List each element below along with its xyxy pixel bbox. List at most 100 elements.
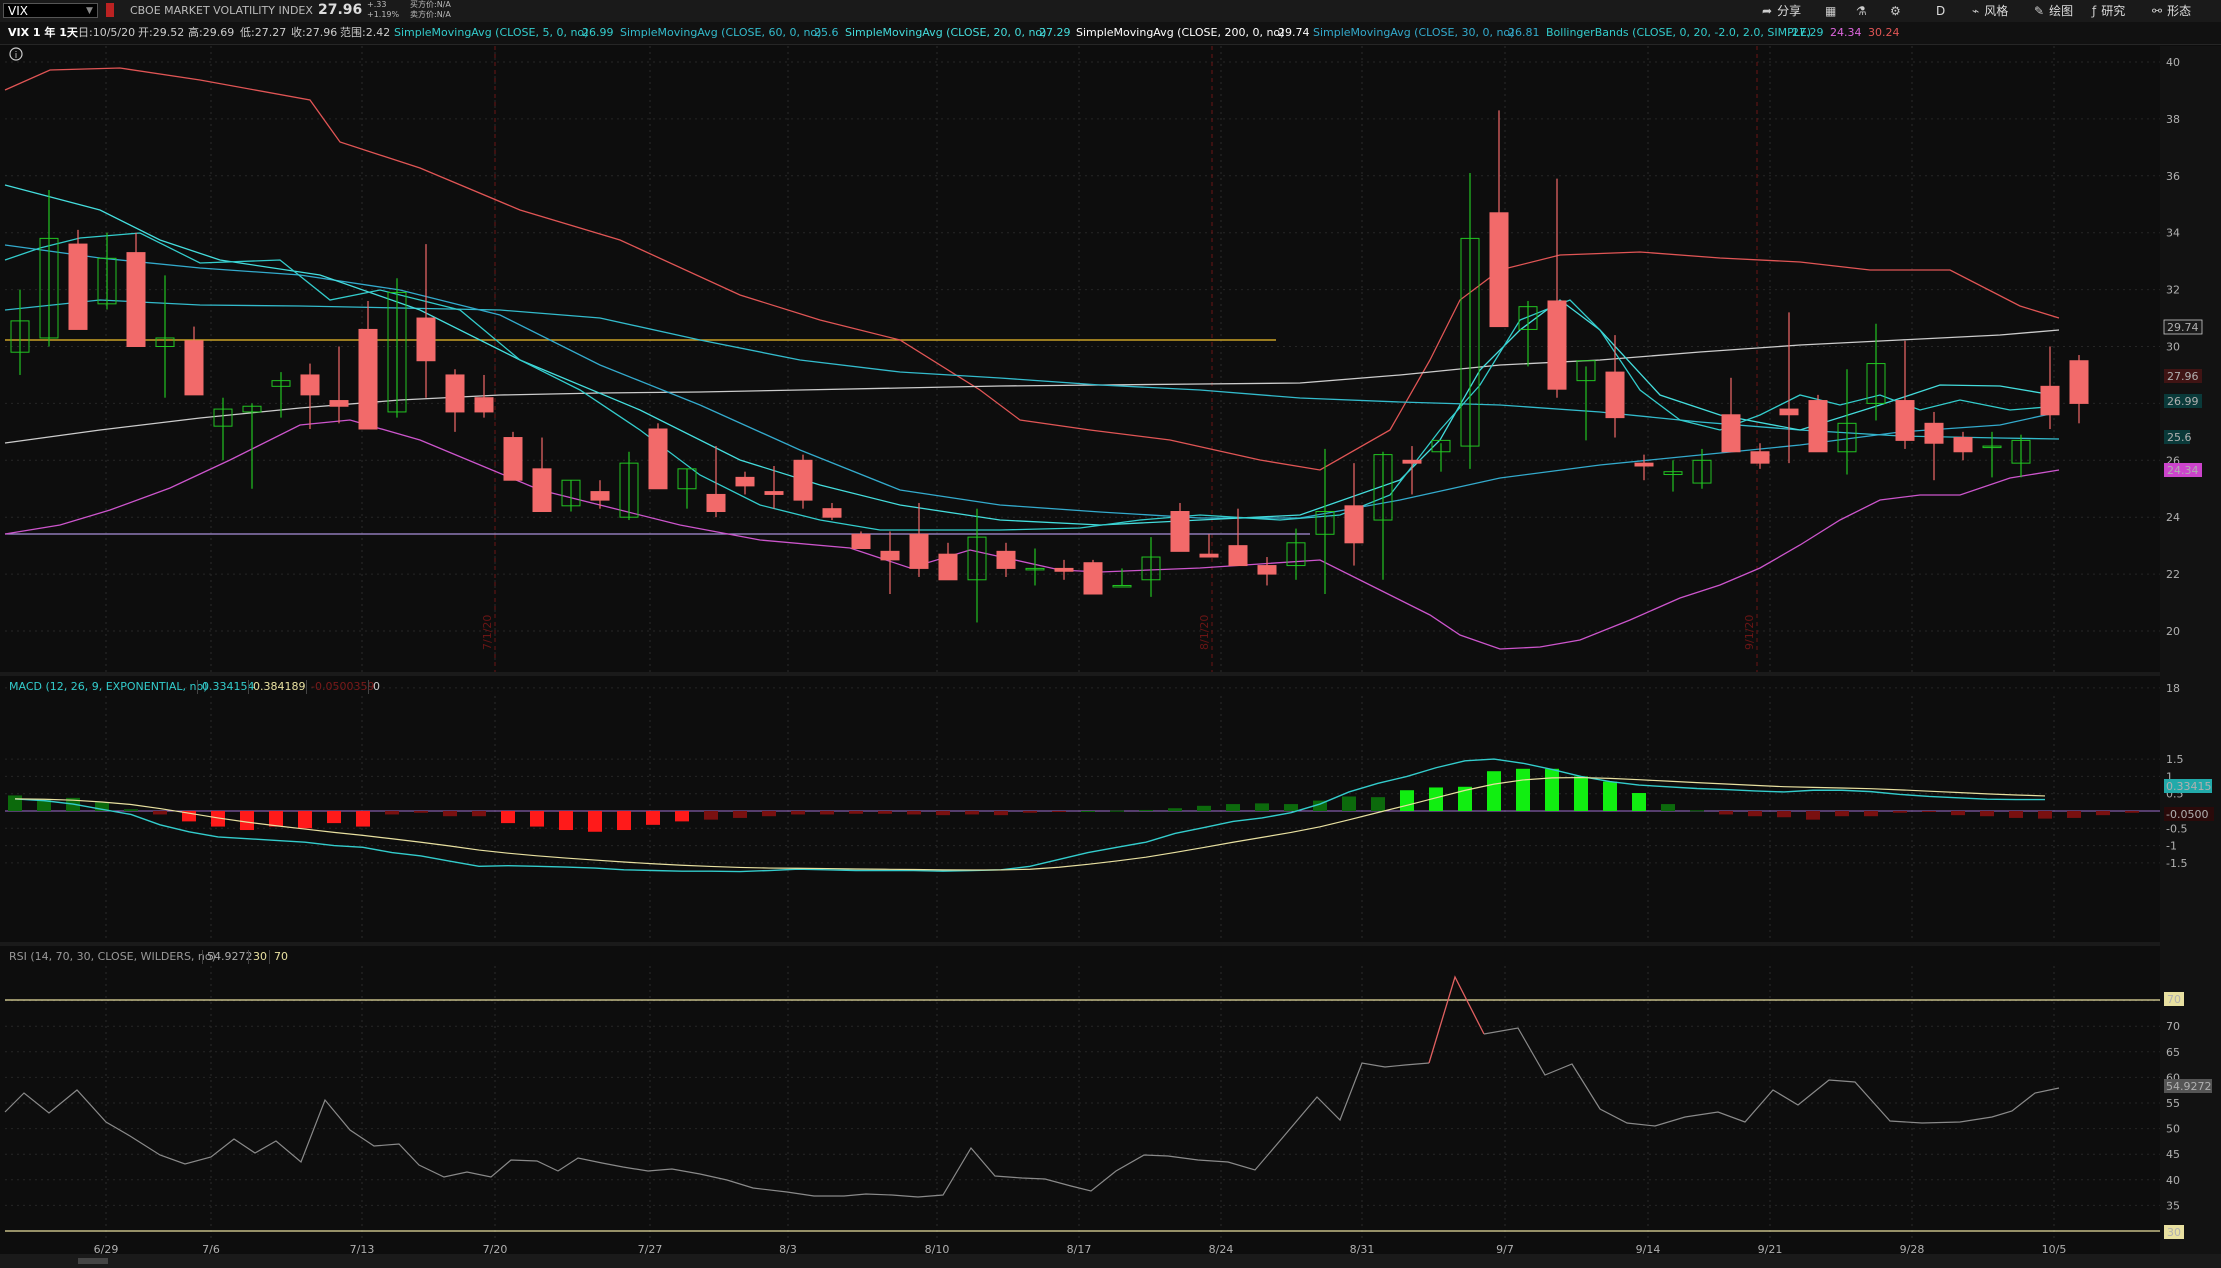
macd-tick: 1.5 bbox=[2166, 753, 2184, 766]
macd-bar bbox=[559, 811, 573, 831]
macd-bar bbox=[1690, 810, 1704, 812]
candle-body bbox=[503, 437, 523, 481]
tag-sma5: 26.99 bbox=[2167, 395, 2199, 408]
date-marker-aug-label: 8/1/20 bbox=[1198, 615, 1211, 650]
candle-body bbox=[1808, 400, 1828, 453]
tag-macd-hist: -0.0500 bbox=[2166, 808, 2208, 821]
candle-body bbox=[1054, 567, 1074, 572]
candle-body bbox=[793, 459, 813, 501]
price-tick: 34 bbox=[2166, 227, 2180, 240]
rsi-ob-value: 70 bbox=[269, 950, 288, 964]
moving-averages bbox=[4, 67, 2060, 650]
panel-separator-1[interactable] bbox=[0, 672, 2221, 676]
tag-macd: 0.33415 bbox=[2166, 780, 2212, 793]
macd-bar bbox=[269, 811, 283, 827]
macd-bar bbox=[849, 811, 863, 814]
macd-bar bbox=[414, 811, 428, 813]
price-panel[interactable] bbox=[4, 67, 2089, 650]
candle-body bbox=[938, 553, 958, 581]
macd-bar bbox=[1487, 771, 1501, 811]
candle-body bbox=[1112, 584, 1132, 588]
rsi-label: RSI (14, 70, 30, CLOSE, WILDERS, no) bbox=[9, 950, 216, 963]
price-tick: 40 bbox=[2166, 56, 2180, 69]
rsi-value: 54.9272 bbox=[202, 950, 253, 964]
macd-bar bbox=[1719, 811, 1733, 815]
macd-bar bbox=[878, 811, 892, 814]
macd-signal-value: 0.384189 bbox=[248, 680, 306, 694]
macd-bar bbox=[1400, 790, 1414, 811]
macd-bar bbox=[1835, 811, 1849, 817]
macd-bar bbox=[1777, 811, 1791, 818]
rsi-tick: 45 bbox=[2166, 1148, 2180, 1161]
macd-bar bbox=[124, 809, 138, 811]
macd-bar bbox=[1139, 809, 1153, 811]
macd-bar bbox=[1748, 811, 1762, 817]
macd-bar bbox=[820, 811, 834, 815]
macd-bar bbox=[2125, 811, 2139, 813]
date-marker-july-label: 7/1/20 bbox=[481, 615, 494, 650]
candle-body bbox=[1634, 462, 1654, 467]
macd-bar bbox=[240, 811, 254, 831]
candle-body bbox=[1228, 545, 1248, 567]
macd-bar bbox=[530, 811, 544, 827]
macd-bar bbox=[1864, 811, 1878, 817]
rsi-tick: 40 bbox=[2166, 1174, 2180, 1187]
bollinger-upper-line bbox=[4, 67, 2060, 471]
macd-bar bbox=[1980, 811, 1994, 817]
macd-bar bbox=[1226, 804, 1240, 811]
macd-bar bbox=[617, 811, 631, 831]
macd-bar bbox=[443, 811, 457, 817]
macd-label: MACD (12, 26, 9, EXPONENTIAL, no) bbox=[9, 680, 208, 693]
candle-body bbox=[822, 508, 842, 518]
svg-text:i: i bbox=[15, 51, 18, 61]
horizontal-scrollbar[interactable] bbox=[0, 1254, 2221, 1268]
panel-separator-2[interactable] bbox=[0, 942, 2221, 946]
macd-zero-value: 0 bbox=[368, 680, 380, 694]
candle-body bbox=[1953, 437, 1973, 453]
macd-bar bbox=[1284, 804, 1298, 811]
price-tick: 38 bbox=[2166, 113, 2180, 126]
macd-bar bbox=[1661, 804, 1675, 811]
chart-canvas[interactable]: 7/1/208/1/209/1/20 i 4038363432302826242… bbox=[0, 0, 2221, 1268]
tag-close: 27.96 bbox=[2167, 370, 2199, 383]
grid-lines: 7/1/20 8/1/20 9/1/20 bbox=[5, 46, 2160, 1240]
scroll-thumb[interactable] bbox=[78, 1258, 108, 1264]
candle-body bbox=[1083, 562, 1103, 595]
candle-body bbox=[532, 468, 552, 513]
right-price-axis[interactable]: 4038363432302826242220181.510.50-0.5-1-1… bbox=[2160, 46, 2221, 1254]
macd-tick: -0.5 bbox=[2166, 822, 2187, 835]
macd-bar bbox=[1806, 811, 1820, 820]
candle-body bbox=[329, 400, 349, 407]
macd-bar bbox=[1371, 797, 1385, 811]
price-tick: 24 bbox=[2166, 511, 2180, 524]
price-tick: 32 bbox=[2166, 284, 2180, 297]
macd-bar bbox=[8, 795, 22, 811]
macd-value: 0.334154 bbox=[197, 680, 255, 694]
macd-bar bbox=[1023, 811, 1037, 813]
candle-body bbox=[300, 374, 320, 396]
macd-bar bbox=[153, 811, 167, 815]
candle-body bbox=[590, 491, 610, 501]
macd-bar bbox=[1632, 793, 1646, 811]
price-tick: 30 bbox=[2166, 341, 2180, 354]
price-tick: 18 bbox=[2166, 682, 2180, 695]
rsi-line-2 bbox=[1483, 1027, 2060, 1127]
macd-bar bbox=[356, 811, 370, 827]
candle-body bbox=[126, 252, 146, 348]
macd-bar bbox=[501, 811, 515, 824]
macd-tick: -1 bbox=[2166, 840, 2177, 853]
sma20-line bbox=[4, 184, 2060, 526]
macd-bar bbox=[1893, 811, 1907, 813]
macd-tick: -1.5 bbox=[2166, 857, 2187, 870]
macd-bar bbox=[1516, 768, 1530, 811]
macd-bar bbox=[472, 811, 486, 817]
macd-bar bbox=[588, 811, 602, 832]
macd-bar bbox=[385, 811, 399, 815]
macd-bar bbox=[1197, 805, 1211, 811]
rsi-panel[interactable] bbox=[4, 975, 2160, 1232]
tag-rsi-70: 70 bbox=[2167, 993, 2181, 1006]
candle-body bbox=[706, 493, 726, 513]
candle-body bbox=[880, 550, 900, 561]
macd-signal-line bbox=[14, 776, 2046, 871]
info-icon[interactable]: i bbox=[9, 47, 23, 61]
